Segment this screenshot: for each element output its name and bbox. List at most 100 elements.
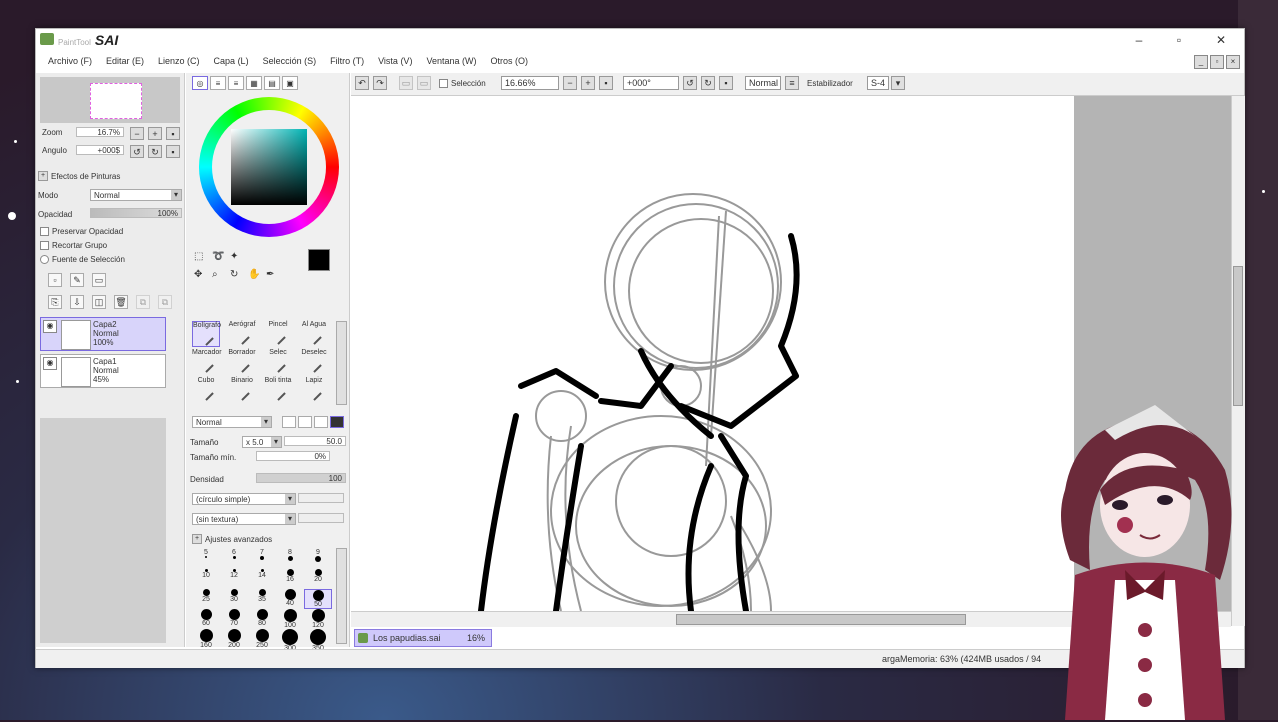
preserve-opacity-checkbox[interactable] <box>40 227 49 236</box>
drawing-canvas[interactable] <box>351 96 1074 614</box>
zoom-reset-button[interactable]: ▪ <box>166 127 180 140</box>
menu-capa[interactable]: Capa (L) <box>214 53 258 69</box>
brush-tool-8[interactable]: Deselec <box>300 349 328 375</box>
selection-visible-checkbox[interactable] <box>439 79 448 88</box>
brush-tool-5[interactable]: Marcador <box>192 349 222 375</box>
angle-slider[interactable]: +000$ <box>76 145 124 155</box>
swatches-tab[interactable]: ▦ <box>246 76 262 90</box>
menu-otros[interactable]: Otros (O) <box>490 53 537 69</box>
canvas-zoom-input[interactable]: 16.66% <box>501 76 559 90</box>
zoom-out-button[interactable]: − <box>130 127 144 140</box>
size-preset-scrollbar[interactable] <box>336 548 347 644</box>
maximize-button[interactable]: ▫ <box>1164 31 1194 49</box>
brush-size-preset[interactable]: 30 <box>220 589 248 603</box>
brush-tool-9[interactable]: Cubo <box>192 377 220 403</box>
merge-down-icon[interactable]: ⇩ <box>70 295 84 309</box>
brush-size-preset[interactable]: 9 <box>304 549 332 562</box>
layer-list-empty-area[interactable] <box>40 418 166 643</box>
menu-seleccion[interactable]: Selección (S) <box>263 53 326 69</box>
brush-size-preset[interactable]: 12 <box>220 569 248 579</box>
eyedropper-icon[interactable]: ✒ <box>266 269 274 280</box>
size-slider[interactable]: 50.0 <box>284 436 346 446</box>
brush-grid-scrollbar[interactable] <box>336 321 347 405</box>
brush-size-preset[interactable]: 70 <box>220 609 248 627</box>
zoom-fit-button[interactable]: ▪ <box>599 76 613 90</box>
color-wheel[interactable] <box>199 97 339 237</box>
brush-size-preset[interactable]: 8 <box>276 549 304 561</box>
brush-size-preset[interactable]: 200 <box>220 629 248 649</box>
mdi-restore-button[interactable]: ▫ <box>1210 55 1224 69</box>
zoom-out-canvas-button[interactable]: − <box>563 76 577 90</box>
horizontal-scroll-thumb[interactable] <box>676 614 966 625</box>
menu-ventana[interactable]: Ventana (W) <box>426 53 485 69</box>
brush-tool-2[interactable]: Aerógraf <box>228 321 256 347</box>
brush-size-preset[interactable]: 6 <box>220 549 248 559</box>
new-linework-layer-icon[interactable]: ✎ <box>70 273 84 287</box>
rotate-reset-button[interactable]: ▪ <box>166 145 180 158</box>
navigator-viewport-frame[interactable] <box>90 83 142 119</box>
zoom-icon[interactable]: ⌕ <box>212 269 218 280</box>
brush-size-preset[interactable]: 20 <box>304 569 332 583</box>
brush-tool-10[interactable]: Binario <box>228 377 256 403</box>
vertical-scroll-thumb[interactable] <box>1233 266 1243 406</box>
redo-button[interactable]: ↷ <box>373 76 387 90</box>
stabilizer-dropdown-button[interactable]: ▾ <box>891 76 905 90</box>
primary-color-swatch[interactable] <box>308 249 330 271</box>
size-multiplier-select[interactable]: x 5.0 <box>242 436 282 448</box>
new-layer-icon[interactable]: ▫ <box>48 273 62 287</box>
scratchpad-tab[interactable]: ▣ <box>282 76 298 90</box>
brush-size-preset[interactable]: 35 <box>248 589 276 603</box>
brush-texture-select[interactable]: (sin textura) <box>192 513 296 525</box>
rotate-left-button[interactable]: ↺ <box>130 145 144 158</box>
hand-icon[interactable]: ✋ <box>248 269 260 280</box>
rotate-ccw-button[interactable]: ↺ <box>683 76 697 90</box>
rotate-right-button[interactable]: ↻ <box>148 145 162 158</box>
brush-size-preset[interactable]: 5 <box>192 549 220 558</box>
mdi-close-button[interactable]: × <box>1226 55 1240 69</box>
menu-lienzo[interactable]: Lienzo (C) <box>158 53 209 69</box>
effects-expand-icon[interactable]: + <box>38 171 48 181</box>
close-button[interactable]: ✕ <box>1206 31 1236 49</box>
lasso-icon[interactable]: ➰ <box>212 251 224 262</box>
mixer-tab[interactable]: ▤ <box>264 76 280 90</box>
visibility-eye-icon[interactable]: ◉ <box>43 320 57 333</box>
menu-vista[interactable]: Vista (V) <box>378 53 421 69</box>
brush-shape-select[interactable]: (círculo simple) <box>192 493 296 505</box>
menu-filtro[interactable]: Filtro (T) <box>330 53 373 69</box>
brush-size-preset[interactable]: 80 <box>248 609 276 627</box>
delete-layer-icon[interactable]: 🗑 <box>114 295 128 309</box>
mdi-minimize-button[interactable]: _ <box>1194 55 1208 69</box>
rotate-cw-button[interactable]: ↻ <box>701 76 715 90</box>
brush-tool-3[interactable]: Pincel <box>264 321 292 347</box>
brush-size-preset[interactable]: 100 <box>276 609 304 629</box>
layer-option-icon[interactable]: ⧉ <box>158 295 172 309</box>
brush-tool-4[interactable]: Al Agua <box>300 321 328 347</box>
color-wheel-tab[interactable]: ◎ <box>192 76 208 90</box>
edge-soft-icon[interactable] <box>282 416 296 428</box>
min-size-slider[interactable]: 0% <box>256 451 330 461</box>
layer-mode-select[interactable]: Normal <box>90 189 182 201</box>
edge-sharp-icon[interactable] <box>330 416 344 428</box>
brush-tool-1[interactable]: Bolígrafo <box>192 321 221 347</box>
layer-opacity-slider[interactable]: 100% <box>90 208 182 218</box>
new-folder-icon[interactable]: ▭ <box>92 273 106 287</box>
brush-size-preset[interactable]: 160 <box>192 629 220 649</box>
hsv-slider-tab[interactable]: ≡ <box>228 76 244 90</box>
navigator-preview[interactable] <box>40 77 180 123</box>
shape-strength-slider[interactable] <box>298 493 344 503</box>
layer-item-capa2[interactable]: ◉ Capa2 Normal 100% <box>40 317 166 351</box>
stabilizer-select[interactable]: S-4 <box>867 76 889 90</box>
rotate-icon[interactable]: ↻ <box>230 269 238 280</box>
brush-size-preset[interactable]: 10 <box>192 569 220 579</box>
brush-tool-6[interactable]: Borrador <box>228 349 256 375</box>
rect-select-icon[interactable]: ⬚ <box>194 251 203 262</box>
edge-hard-icon[interactable] <box>314 416 328 428</box>
layer-option-icon[interactable]: ⧉ <box>136 295 150 309</box>
deselect-button[interactable]: ▭ <box>399 76 413 90</box>
undo-button[interactable]: ↶ <box>355 76 369 90</box>
brush-size-preset[interactable]: 40 <box>276 589 304 607</box>
brush-size-preset[interactable]: 7 <box>248 549 276 560</box>
copy-layer-icon[interactable]: ⎘ <box>48 295 62 309</box>
selection-source-radio[interactable] <box>40 255 49 264</box>
visibility-eye-icon[interactable]: ◉ <box>43 357 57 370</box>
